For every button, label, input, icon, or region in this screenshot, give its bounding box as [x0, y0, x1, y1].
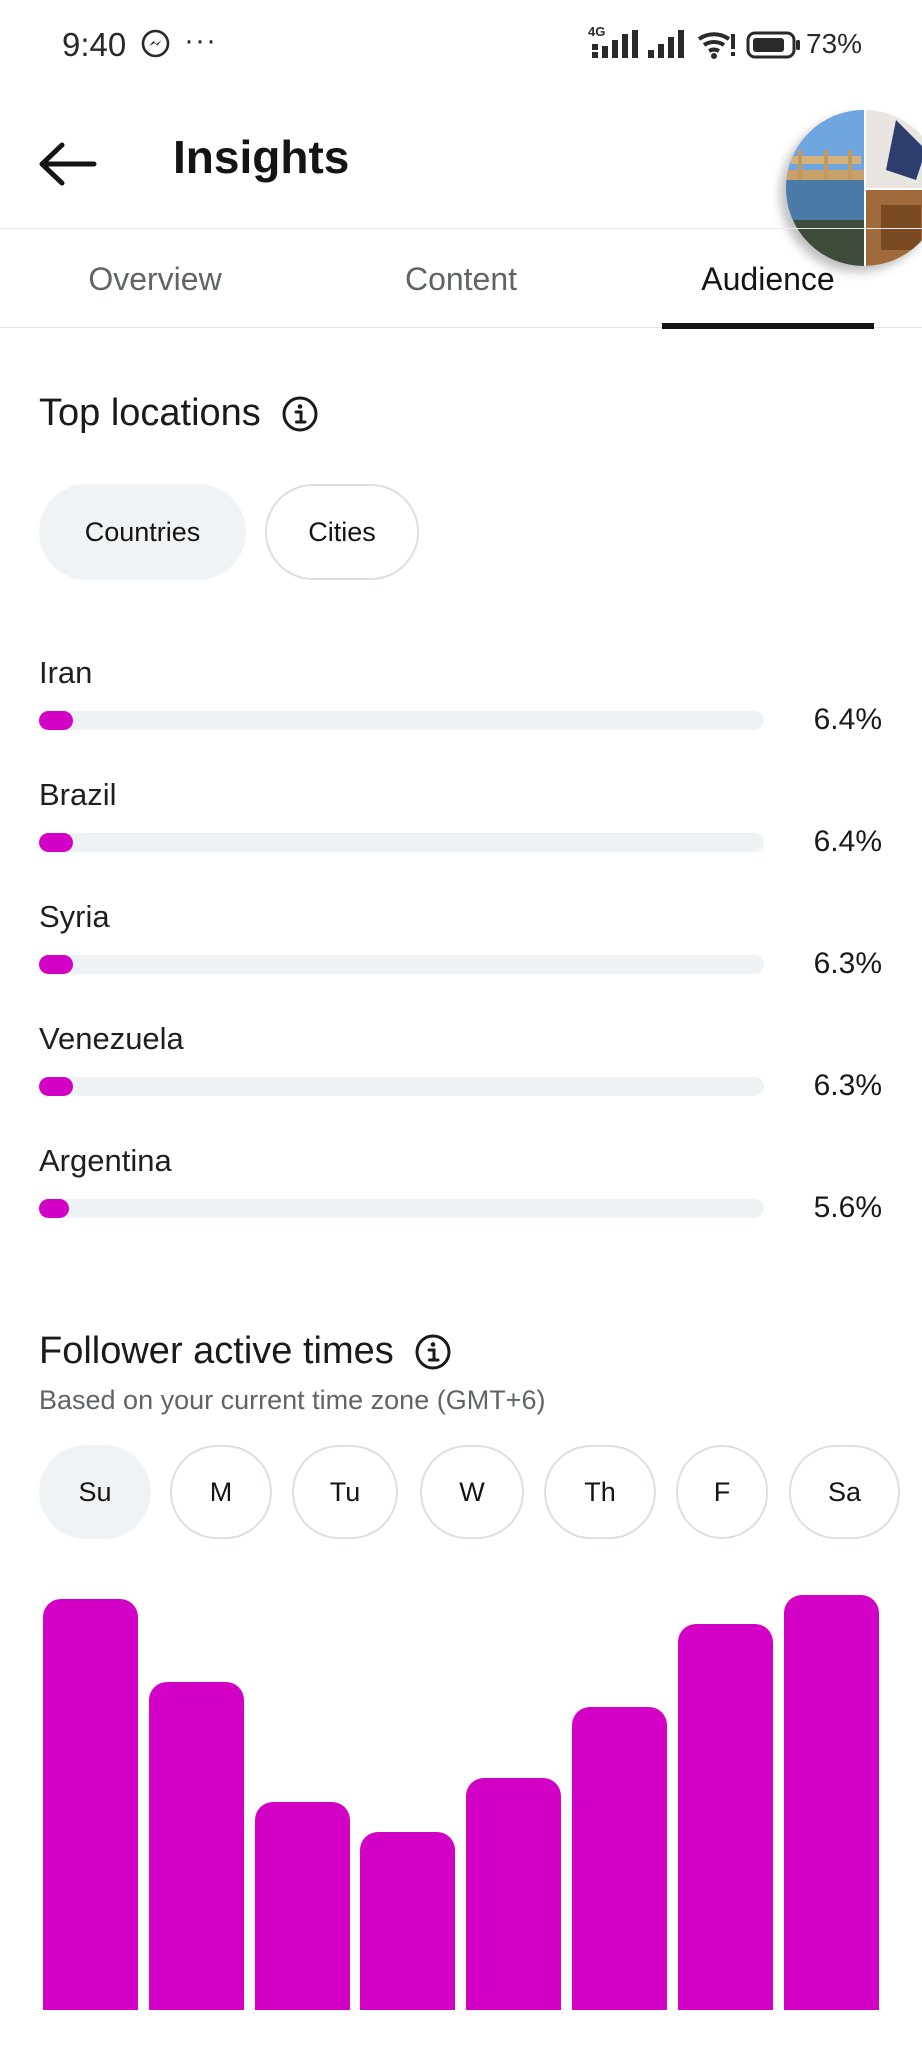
activity-bar	[784, 1595, 879, 2010]
location-bar-fill	[39, 711, 73, 730]
activity-bar	[255, 1802, 350, 2010]
location-bar-track	[39, 1199, 764, 1218]
tab-bar: Overview Content Audience	[0, 228, 922, 329]
messenger-icon	[141, 29, 170, 58]
location-name: Iran	[39, 655, 93, 690]
location-name: Venezuela	[39, 1021, 184, 1056]
activity-bar	[360, 1832, 455, 2010]
day-friday-button[interactable]: F	[676, 1445, 768, 1539]
tab-audience[interactable]: Audience	[662, 229, 874, 329]
cell-signal-icon	[592, 30, 638, 58]
header: Insights	[0, 100, 922, 266]
location-name: Syria	[39, 899, 110, 934]
page-title: Insights	[173, 131, 350, 183]
active-times-title: Follower active times	[39, 1330, 394, 1372]
location-percent: 6.3%	[813, 947, 882, 980]
location-bar-fill	[39, 833, 73, 852]
location-percent: 5.6%	[813, 1191, 882, 1224]
tab-content[interactable]: Content	[346, 229, 576, 329]
location-item: Syria 6.3%	[0, 899, 922, 1009]
location-bar-fill	[39, 1077, 73, 1096]
info-icon[interactable]	[281, 395, 319, 433]
location-name: Argentina	[39, 1143, 172, 1178]
location-name: Brazil	[39, 777, 117, 812]
day-saturday-button[interactable]: Sa	[789, 1445, 900, 1539]
top-locations-title: Top locations	[39, 392, 261, 434]
cell-signal-2-icon	[648, 30, 684, 58]
back-button[interactable]	[36, 142, 100, 186]
battery-percent: 73%	[806, 28, 863, 59]
status-time: 9:40	[62, 26, 127, 63]
location-percent: 6.4%	[813, 703, 882, 736]
day-thursday-button[interactable]: Th	[544, 1445, 656, 1539]
day-sunday-button[interactable]: Su	[39, 1445, 151, 1539]
active-tab-indicator	[662, 323, 874, 329]
location-item: Iran 6.4%	[0, 655, 922, 765]
location-item: Venezuela 6.3%	[0, 1021, 922, 1131]
activity-bar	[466, 1778, 561, 2010]
wifi-icon	[697, 32, 735, 59]
location-bar-fill	[39, 1199, 69, 1218]
activity-bar	[149, 1682, 244, 2010]
arrow-left-icon	[39, 142, 97, 186]
location-percent: 6.4%	[813, 825, 882, 858]
location-item: Brazil 6.4%	[0, 777, 922, 887]
tab-overview[interactable]: Overview	[40, 229, 270, 329]
activity-bar	[43, 1599, 138, 2010]
activity-bar-chart	[43, 1595, 879, 2010]
battery-icon	[746, 31, 800, 59]
day-wednesday-button[interactable]: W	[420, 1445, 524, 1539]
top-locations-heading: Top locations	[39, 392, 319, 435]
info-icon[interactable]	[414, 1333, 452, 1371]
location-bar-track	[39, 1077, 764, 1096]
activity-bar	[678, 1624, 773, 2010]
status-bar: 9:40 ··· 4G 73%	[0, 0, 922, 90]
filter-cities-button[interactable]: Cities	[265, 484, 419, 580]
more-notifications-icon: ···	[184, 24, 217, 57]
location-percent: 6.3%	[813, 1069, 882, 1102]
day-monday-button[interactable]: M	[170, 1445, 272, 1539]
filter-countries-button[interactable]: Countries	[39, 484, 246, 580]
location-bar-track	[39, 833, 764, 852]
activity-bar	[572, 1707, 667, 2010]
location-bar-track	[39, 955, 764, 974]
location-bar-fill	[39, 955, 73, 974]
time-zone-subtitle: Based on your current time zone (GMT+6)	[39, 1385, 546, 1415]
active-times-heading: Follower active times	[39, 1330, 452, 1373]
day-tuesday-button[interactable]: Tu	[292, 1445, 398, 1539]
location-item: Argentina 5.6%	[0, 1143, 922, 1253]
location-bar-track	[39, 711, 764, 730]
